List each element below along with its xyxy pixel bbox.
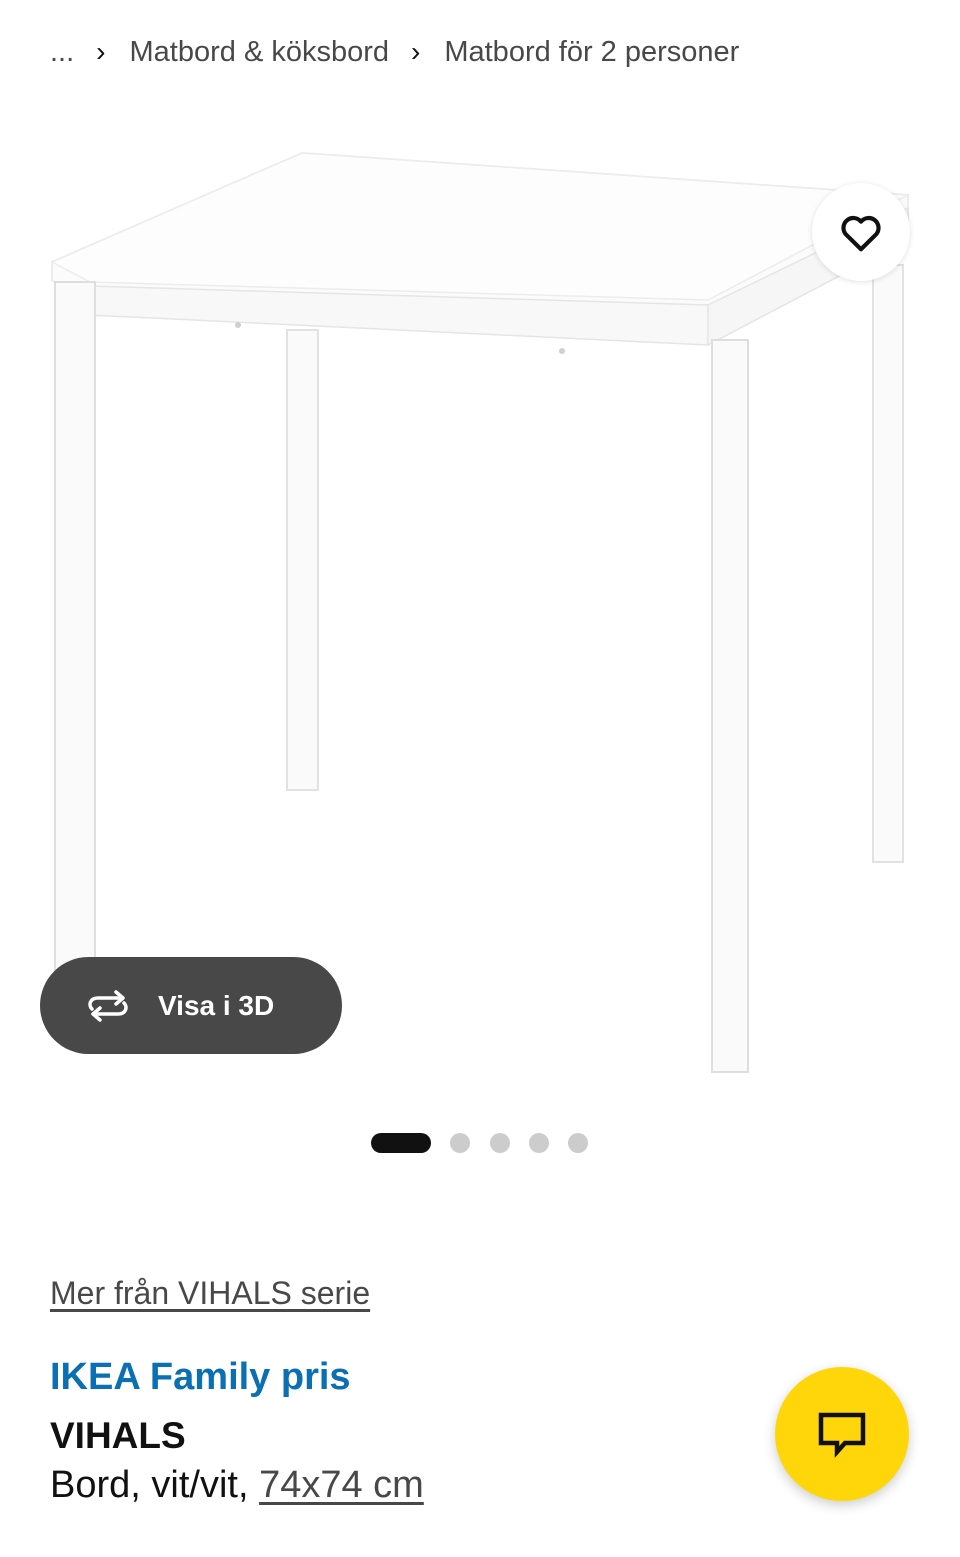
carousel-indicator	[0, 1133, 960, 1153]
series-link[interactable]: Mer från VIHALS serie	[50, 1275, 370, 1312]
chevron-right-icon: ›	[411, 36, 421, 67]
product-name: VIHALS	[50, 1415, 186, 1456]
carousel-dot-2[interactable]	[450, 1133, 470, 1153]
product-description: Bord, vit/vit, 74x74 cm	[50, 1464, 424, 1507]
carousel-dot-5[interactable]	[568, 1133, 588, 1153]
breadcrumb-item-dining-tables[interactable]: Matbord & köksbord	[130, 36, 390, 69]
view-in-3d-button[interactable]: Visa i 3D	[40, 957, 342, 1054]
chevron-right-icon: ›	[96, 36, 106, 67]
breadcrumb-ellipsis[interactable]: ...	[50, 36, 74, 69]
view-in-3d-label: Visa i 3D	[158, 989, 275, 1021]
favorite-button[interactable]	[812, 183, 910, 281]
carousel-dot-3[interactable]	[490, 1133, 510, 1153]
breadcrumb: ... › Matbord & köksbord › Matbord för 2…	[50, 30, 739, 74]
chat-button[interactable]	[775, 1367, 909, 1501]
heart-icon	[841, 215, 881, 252]
family-price-label: IKEA Family pris	[50, 1356, 351, 1398]
carousel-dot-4[interactable]	[529, 1133, 549, 1153]
product-size-link[interactable]: 74x74 cm	[259, 1464, 424, 1506]
carousel-dot-1[interactable]	[371, 1133, 431, 1153]
breadcrumb-item-tables-for-two[interactable]: Matbord för 2 personer	[444, 36, 739, 69]
product-description-text: Bord, vit/vit,	[50, 1464, 260, 1506]
chat-icon	[818, 1412, 866, 1458]
rotate-3d-icon	[84, 989, 132, 1023]
